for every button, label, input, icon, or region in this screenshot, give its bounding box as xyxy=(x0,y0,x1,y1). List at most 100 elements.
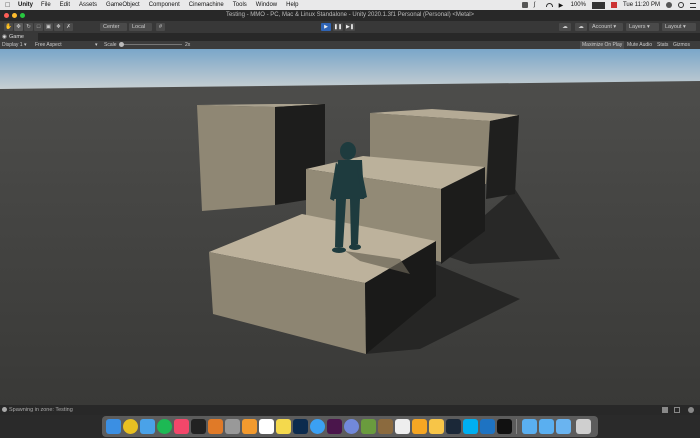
sublime-icon[interactable] xyxy=(208,419,223,434)
pivot-local-toggle[interactable]: Local xyxy=(129,23,152,31)
discord-icon[interactable] xyxy=(344,419,359,434)
downloads-folder-icon[interactable] xyxy=(522,419,537,434)
finder-icon[interactable] xyxy=(106,419,121,434)
pages-icon[interactable] xyxy=(412,419,427,434)
scale-slider-track[interactable] xyxy=(120,44,182,45)
scratch-icon[interactable] xyxy=(429,419,444,434)
applications-icon[interactable] xyxy=(556,419,571,434)
menu-app-name[interactable]: Unity xyxy=(18,2,33,8)
layout-dropdown[interactable]: Layout ▾ xyxy=(662,23,696,31)
vscode-icon[interactable] xyxy=(480,419,495,434)
scale-value: 2x xyxy=(185,42,191,48)
menubar-clock[interactable]: Tue 11:20 PM xyxy=(623,2,660,8)
photoshop-icon[interactable] xyxy=(293,419,308,434)
user-icon[interactable] xyxy=(666,2,672,8)
layers-dropdown[interactable]: Layers ▾ xyxy=(626,23,659,31)
layout-label: Layout xyxy=(665,24,682,30)
skype-icon[interactable] xyxy=(463,419,478,434)
display-dropdown[interactable]: Display 1 ▾ xyxy=(2,41,26,49)
books-icon[interactable] xyxy=(242,419,257,434)
mail-icon[interactable] xyxy=(140,419,155,434)
menu-gameobject[interactable]: GameObject xyxy=(106,2,140,8)
music-icon[interactable] xyxy=(174,419,189,434)
chrome-icon[interactable] xyxy=(123,419,138,434)
macos-dock xyxy=(0,415,700,438)
scale-tool-icon[interactable]: □ xyxy=(34,23,43,31)
game-tab-label: Game xyxy=(9,34,24,40)
menu-tools[interactable]: Tools xyxy=(233,2,247,8)
spotify-icon[interactable] xyxy=(157,419,172,434)
unity-hub-icon[interactable] xyxy=(225,419,240,434)
trash-icon[interactable] xyxy=(576,419,591,434)
game-viewport[interactable] xyxy=(0,49,700,405)
slack-icon[interactable] xyxy=(327,419,342,434)
menu-assets[interactable]: Assets xyxy=(79,2,97,8)
menu-bar:  Unity File Edit Assets GameObject Comp… xyxy=(0,0,700,10)
zoom-window-icon[interactable] xyxy=(20,13,25,18)
wifi-icon[interactable] xyxy=(545,3,553,7)
menu-edit[interactable]: Edit xyxy=(60,2,70,8)
collab-icon[interactable]: ☁ xyxy=(559,23,571,31)
terminal-icon[interactable] xyxy=(191,419,206,434)
rotate-tool-icon[interactable]: ↻ xyxy=(24,23,33,31)
tab-game[interactable]: ◉ Game xyxy=(0,33,38,41)
account-dropdown[interactable]: Account ▾ xyxy=(589,23,623,31)
notes-icon[interactable] xyxy=(276,419,291,434)
menu-component[interactable]: Component xyxy=(149,2,180,8)
maximize-on-play-toggle[interactable]: Maximize On Play xyxy=(580,41,625,49)
grid-snap-icon[interactable]: # xyxy=(156,23,165,31)
dock-shelf xyxy=(102,416,598,437)
collab-status-icon[interactable] xyxy=(688,407,694,413)
stats-toggle[interactable]: Stats xyxy=(657,41,668,49)
game-tab-icon: ◉ xyxy=(2,34,7,40)
status-info-icon[interactable] xyxy=(2,407,7,412)
step-button[interactable]: ▶❚ xyxy=(345,23,355,31)
status-bar: Spawning in zone: Testing xyxy=(0,405,700,415)
stats-label: Stats xyxy=(657,42,669,48)
bluetooth-icon[interactable]: ∫ xyxy=(534,2,540,8)
auto-generate-lighting-icon[interactable] xyxy=(662,407,668,413)
window-title: Testing - MMO - PC, Mac & Linux Standalo… xyxy=(225,12,475,18)
scale-label: Scale xyxy=(104,42,117,48)
gizmos-dropdown[interactable]: Gizmos xyxy=(673,41,690,49)
dropbox-icon[interactable] xyxy=(521,2,528,8)
tab-row: ◉ Game xyxy=(0,33,700,41)
chess-icon[interactable] xyxy=(378,419,393,434)
window-title-bar: Testing - MMO - PC, Mac & Linux Standalo… xyxy=(0,10,700,21)
flag-icon[interactable] xyxy=(610,2,617,8)
move-tool-icon[interactable]: ✥ xyxy=(14,23,23,31)
transform-tool-icon[interactable]: ❖ xyxy=(54,23,63,31)
scale-slider-handle[interactable] xyxy=(119,42,124,47)
play-button[interactable]: ▶ xyxy=(321,23,331,31)
notification-center-icon[interactable] xyxy=(690,2,696,8)
unity-icon[interactable] xyxy=(497,419,512,434)
hand-tool-icon[interactable]: ✋ xyxy=(4,23,13,31)
menu-cinemachine[interactable]: Cinemachine xyxy=(189,2,224,8)
volume-icon[interactable]: ▶ xyxy=(559,2,565,9)
mute-audio-toggle[interactable]: Mute Audio xyxy=(627,41,652,49)
steam-icon[interactable] xyxy=(446,419,461,434)
minimize-window-icon[interactable] xyxy=(12,13,17,18)
aspect-dropdown[interactable]: Free Aspect xyxy=(35,41,62,49)
custom-tool-icon[interactable]: ✗ xyxy=(64,23,73,31)
textedit-icon[interactable] xyxy=(395,419,410,434)
battery-icon[interactable] xyxy=(591,1,605,9)
menu-window[interactable]: Window xyxy=(256,2,277,8)
progress-icon[interactable] xyxy=(674,407,680,413)
documents-folder-icon[interactable] xyxy=(539,419,554,434)
menu-help[interactable]: Help xyxy=(286,2,298,8)
status-message[interactable]: Spawning in zone: Testing xyxy=(9,405,73,415)
spotlight-search-icon[interactable] xyxy=(678,2,684,8)
apple-menu-icon[interactable]:  xyxy=(5,2,13,9)
pause-button[interactable]: ❚❚ xyxy=(333,23,343,31)
safari-icon[interactable] xyxy=(310,419,325,434)
close-window-icon[interactable] xyxy=(4,13,9,18)
aspect-chevron-icon[interactable]: ▾ xyxy=(95,41,98,49)
aspect-label: Free Aspect xyxy=(35,42,62,48)
pivot-center-toggle[interactable]: Center xyxy=(100,23,127,31)
rect-tool-icon[interactable]: ▣ xyxy=(44,23,53,31)
minecraft-icon[interactable] xyxy=(361,419,376,434)
menu-file[interactable]: File xyxy=(41,2,51,8)
cloud-icon[interactable]: ☁ xyxy=(575,23,587,31)
calendar-icon[interactable] xyxy=(259,419,274,434)
